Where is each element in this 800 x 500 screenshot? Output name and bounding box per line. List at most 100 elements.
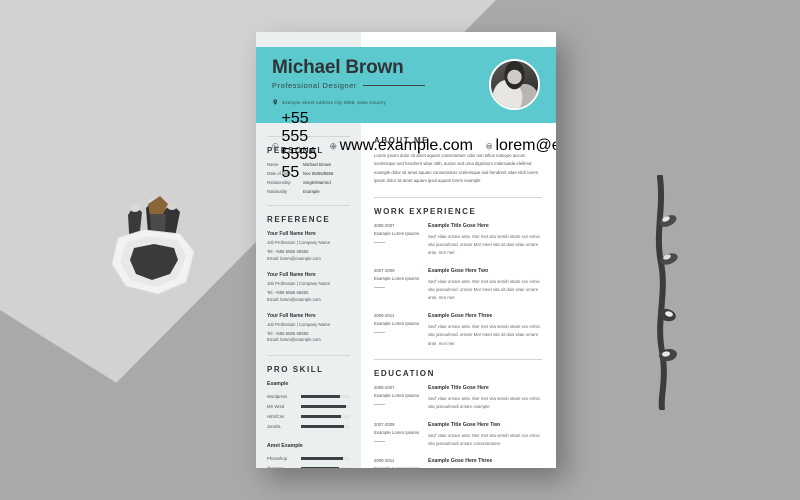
reference-job: Job Profession | Company Name [267,280,330,286]
reference-email: Email: lorem@example.com [267,296,321,302]
skill-group-title: Example [267,381,289,388]
email-text: lorem@example.com [495,137,556,155]
work-entry: 2007-2009 Example Lorem Ipsums Example G… [374,268,542,303]
education-entry-meta: 2005-2007 Example Lorem Ipsums [374,385,428,412]
work-entry-date: 2005-2007 [374,222,395,228]
pen-holder-prop [88,190,218,320]
skill-item: Html/Css [267,414,350,419]
contact-phone[interactable]: +55 555 5555 55 [272,110,317,182]
education-entry: 2005-2007 Example Lorem Ipsums Example T… [374,385,542,412]
skill-label: Joomla [267,424,281,430]
skill-bar-track [301,467,350,468]
resume-page: Michael Brown Professional Designer Exam… [256,32,556,468]
entry-dash [374,440,385,442]
avatar [489,59,540,110]
education-entry-title: Example Title Gose Here Two [428,421,501,428]
skill-bar-fill [301,395,341,399]
education-entry-meta: 2007-2009 Example Lorem Ipsums [374,422,428,449]
work-entry-desc: Sed' vitae ornare ante. Mor met vita sem… [428,323,540,346]
work-entry-desc: Sed' vitae ornare ante. Mor met vita sem… [428,233,540,256]
education-entry-date: 2007-2009 [374,421,395,427]
work-entry-date: 2007-2009 [374,267,395,273]
personal-key: Nationality [267,189,288,194]
entry-dash [374,331,385,333]
reference-item: Your Full Name Here Job Profession | Com… [267,272,350,304]
work-entry-title: Example Title Gose Here [428,222,489,229]
phone-icon [272,143,279,150]
work-entry-title: Example Gose Here Two [428,267,489,274]
entry-dash [374,241,385,243]
skill-item: Illustrator [267,466,350,468]
divider-education [374,358,542,360]
reference-item: Your Full Name Here Job Profession | Com… [267,313,350,345]
divider-work-experience [374,196,542,198]
work-entry-meta: 2007-2009 Example Lorem Ipsums [374,268,428,303]
list-item: Nationality Example [267,189,350,194]
avatar-image [491,61,538,108]
education-entry: 2009-2011 Example Lorem Ipsums Example G… [374,458,542,468]
skill-label: Illustrator [267,466,301,468]
contact-website[interactable]: www.example.com [330,110,473,182]
skill-bar-fill [301,457,343,461]
section-heading-work-experience: WORK EXPERIENCE [374,206,477,216]
skill-bar-track [301,457,350,461]
entry-dash [374,286,385,288]
work-entry-org: Example Lorem Ipsums [374,275,420,281]
page-top-strip [256,32,556,47]
work-entry-body: Example Gose Here Two Sed' vitae ornare … [428,268,542,303]
reference-email: Email: lorem@example.com [267,337,321,343]
skill-label: Wordpress [267,394,288,400]
phone-text: +55 555 5555 55 [281,110,318,182]
resume-header: Michael Brown Professional Designer Exam… [256,47,556,181]
reference-name: Your Full Name Here [267,312,316,319]
section-heading-pro-skill: PRO SKILL [267,365,324,375]
skill-bar-track [301,425,350,429]
skill-label: Photoshop [267,456,288,462]
reference-name: Your Full Name Here [267,231,316,237]
education-entry-date: 2009-2011 [374,458,395,464]
contact-email[interactable]: lorem@example.com [486,110,556,182]
reference-email: Email: lorem@example.com [267,255,321,261]
skill-label: MS Word [267,404,285,410]
role-rule [362,84,425,86]
reference-tel: Tel. +555 5555 55555 [267,330,309,336]
sidebar-divider-skill [267,355,350,357]
top-strip-right [361,32,556,47]
education-entry-org: Example Lorem Ipsums [374,429,420,435]
education-entry-body: Example Title Gose Here Sed' vitae ornar… [428,385,542,412]
globe-icon [330,143,337,150]
work-entry-body: Example Title Gose Here Sed' vitae ornar… [428,223,542,258]
education-entry-title: Example Title Gose Here [428,384,489,391]
skill-item: Photoshop [267,456,350,461]
education-entry-desc: Sed' vitae ornare ante. Mor met vita sem… [428,395,540,410]
work-entry-org: Example Lorem Ipsums [374,230,420,236]
education-entry-body: Example Gose Here Three Sed' vitae ornar… [428,458,542,468]
education-entry-org: Example Lorem Ipsums [374,465,422,468]
decorative-twig-prop [640,174,684,411]
skill-bar-track [301,405,350,409]
section-heading-reference: REFERENCE [267,215,331,224]
section-heading-education: EDUCATION [374,368,435,378]
skill-group-title: Amet Example [267,443,303,450]
skill-group-gap [267,434,350,443]
top-strip-left [256,32,361,47]
skill-label: Html/Css [267,414,284,420]
sidebar-divider-reference [267,205,350,206]
reference-tel: Tel. +555 5555 55555 [267,289,309,295]
skill-item: Wordpress [267,394,350,399]
skill-bar-track [301,395,350,399]
skill-bar-fill [301,405,347,409]
reference-item: Your Full Name Here Job Profession | Com… [267,231,350,263]
work-entry-body: Example Gose Here Three Sed' vitae ornar… [428,313,542,348]
education-entry-date: 2005-2007 [374,384,395,390]
work-entry-meta: 2009-2011 Example Lorem Ipsums [374,313,428,348]
education-entry-org: Example Lorem Ipsums [374,392,420,398]
reference-job: Job Profession | Company Name [267,240,330,245]
website-text: www.example.com [339,137,473,155]
address-text: Example Street Address City 5555, State … [282,99,386,105]
skill-group: Amet Example Photoshop Illustrator Indes… [267,443,350,468]
education-entry-body: Example Title Gose Here Two Sed' vitae o… [428,422,542,449]
work-entry-org: Example Lorem Ipsums [374,320,420,326]
reference-job: Job Profession | Company Name [267,321,330,327]
contact-row: +55 555 5555 55 www.example.com lorem@ex… [272,110,556,182]
